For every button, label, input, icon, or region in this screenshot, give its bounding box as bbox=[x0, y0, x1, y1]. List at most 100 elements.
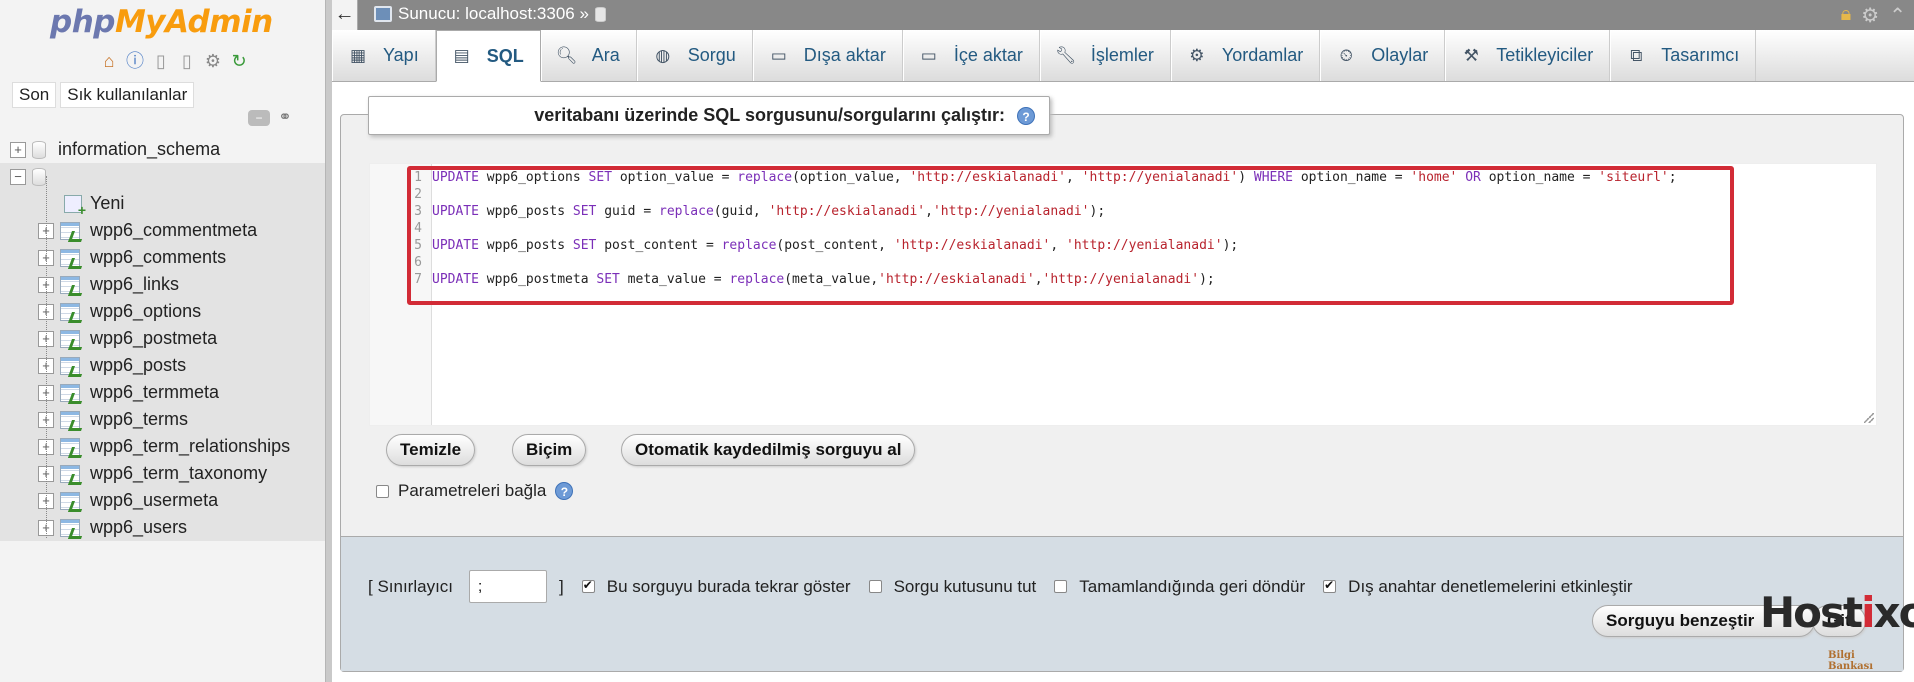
code-line[interactable]: 6 bbox=[370, 254, 1876, 271]
tree-table-item[interactable]: + wpp6_term_relationships bbox=[0, 433, 325, 460]
help-icon[interactable]: ? bbox=[555, 482, 574, 500]
query-option[interactable]: Tamamlandığında geri döndür bbox=[1054, 577, 1305, 597]
tree-table-item[interactable]: + wpp6_term_taxonomy bbox=[0, 460, 325, 487]
code-lines[interactable]: 1 UPDATE wpp6_options SET option_value = … bbox=[370, 169, 1876, 288]
home-icon[interactable]: ⌂ bbox=[98, 50, 120, 72]
format-button[interactable]: Biçim bbox=[512, 434, 587, 466]
tab-triggers[interactable]: ⚒ Tetikleyiciler bbox=[1445, 30, 1611, 81]
tab-import[interactable]: ▭ İçe aktar bbox=[902, 30, 1040, 81]
collapse-icon[interactable]: − bbox=[10, 168, 26, 185]
tree-db-information-schema[interactable]: + information_schema bbox=[0, 136, 325, 163]
tree-table-item[interactable]: + wpp6_postmeta bbox=[0, 325, 325, 352]
table-name[interactable]: wpp6_posts bbox=[90, 355, 186, 376]
tree-table-item[interactable]: + wpp6_terms bbox=[0, 406, 325, 433]
tree-table-item[interactable]: + wpp6_usermeta bbox=[0, 487, 325, 514]
table-name[interactable]: wpp6_termmeta bbox=[90, 382, 219, 403]
option-label[interactable]: Sorgu kutusunu tut bbox=[894, 577, 1037, 597]
tab-routines[interactable]: ⚙ Yordamlar bbox=[1170, 30, 1321, 81]
code-text[interactable]: UPDATE wpp6_posts SET guid = replace(gui… bbox=[426, 203, 1105, 220]
tab-search[interactable]: 🔍︎ Ara bbox=[540, 30, 637, 81]
code-line[interactable]: 5 UPDATE wpp6_posts SET post_content = re… bbox=[370, 237, 1876, 254]
favorites-tab[interactable]: Sık kullanılanlar bbox=[60, 82, 195, 108]
bind-parameters-label[interactable]: Parametreleri bağla bbox=[398, 481, 546, 501]
table-name[interactable]: wpp6_postmeta bbox=[90, 328, 217, 349]
tree-table-item[interactable]: + wpp6_commentmeta bbox=[0, 217, 325, 244]
recent-tab[interactable]: Son bbox=[12, 82, 57, 108]
tab-operations[interactable]: 🔧︎ İşlemler bbox=[1039, 30, 1171, 81]
tab-label: Dışa aktar bbox=[803, 45, 886, 65]
tab-sql[interactable]: ▤ SQL bbox=[435, 30, 541, 82]
option-checkbox[interactable] bbox=[581, 578, 595, 593]
tree-table-item[interactable]: + wpp6_options bbox=[0, 298, 325, 325]
breadcrumb: Sunucu: localhost:3306 » bbox=[374, 4, 606, 24]
option-label[interactable]: Bu sorguyu burada tekrar göster bbox=[607, 577, 851, 597]
query-option[interactable]: Bu sorguyu burada tekrar göster bbox=[581, 577, 851, 597]
get-autosaved-query-button[interactable]: Otomatik kaydedilmiş sorguyu al bbox=[621, 434, 916, 466]
tab-designer[interactable]: ⧉ Tasarımcı bbox=[1610, 30, 1757, 81]
clear-button[interactable]: Temizle bbox=[386, 434, 476, 466]
link-icon[interactable]: ⚭ bbox=[274, 110, 296, 126]
table-name[interactable]: wpp6_comments bbox=[90, 247, 226, 268]
tree-table-item[interactable]: + wpp6_posts bbox=[0, 352, 325, 379]
code-line[interactable]: 3 UPDATE wpp6_posts SET guid = replace(gu… bbox=[370, 203, 1876, 220]
tree-new-table[interactable]: Yeni bbox=[0, 190, 325, 218]
gear-icon[interactable]: ⚙ bbox=[202, 50, 224, 72]
resize-grip-icon[interactable] bbox=[1864, 413, 1874, 423]
tab-structure[interactable]: ▦ Yapı bbox=[332, 30, 436, 81]
query-option[interactable]: Dış anahtar denetlemelerini etkinleştir bbox=[1323, 577, 1633, 597]
table-name[interactable]: wpp6_terms bbox=[90, 409, 188, 430]
option-label[interactable]: Tamamlandığında geri döndür bbox=[1079, 577, 1305, 597]
code-text[interactable]: UPDATE wpp6_options SET option_value = r… bbox=[426, 169, 1677, 186]
table-name[interactable]: wpp6_options bbox=[90, 301, 201, 322]
query-option[interactable]: Sorgu kutusunu tut bbox=[868, 577, 1037, 597]
code-text[interactable] bbox=[426, 186, 432, 203]
new-table-label[interactable]: Yeni bbox=[90, 193, 124, 214]
help-icon[interactable]: ? bbox=[1017, 106, 1035, 125]
code-text[interactable] bbox=[426, 254, 432, 271]
option-checkbox[interactable] bbox=[868, 580, 882, 593]
tree-db-current[interactable]: − bbox=[0, 163, 325, 190]
docs-icon[interactable]: ▯ bbox=[150, 50, 172, 72]
code-text[interactable]: UPDATE wpp6_postmeta SET meta_value = re… bbox=[426, 271, 1215, 288]
code-text[interactable]: UPDATE wpp6_posts SET post_content = rep… bbox=[426, 237, 1238, 254]
table-name[interactable]: wpp6_links bbox=[90, 274, 179, 295]
help-icon[interactable]: ⓘ bbox=[124, 50, 146, 72]
tab-events[interactable]: ⏲ Olaylar bbox=[1320, 30, 1446, 81]
table-name[interactable]: wpp6_commentmeta bbox=[90, 220, 257, 241]
table-name[interactable]: wpp6_usermeta bbox=[90, 490, 218, 511]
tree-table-item[interactable]: + wpp6_links bbox=[0, 271, 325, 298]
table-name[interactable]: wpp6_term_relationships bbox=[90, 436, 290, 457]
code-line[interactable]: 1 UPDATE wpp6_options SET option_value = … bbox=[370, 169, 1876, 186]
expand-icon[interactable]: + bbox=[10, 141, 26, 158]
reload-icon[interactable]: ↻ bbox=[228, 50, 250, 72]
back-arrow-icon[interactable]: ← bbox=[332, 0, 358, 30]
bind-parameters-checkbox[interactable] bbox=[376, 484, 389, 498]
database-tree: + information_schema − Yeni +wpp6_commen… bbox=[0, 136, 325, 541]
collapse-top-icon[interactable]: ⌃ bbox=[1889, 3, 1906, 28]
query-options-footer bbox=[341, 536, 1903, 671]
code-line[interactable]: 7 UPDATE wpp6_postmeta SET meta_value = r… bbox=[370, 271, 1876, 288]
tree-table-item[interactable]: + wpp6_comments bbox=[0, 244, 325, 271]
table-name[interactable]: wpp6_users bbox=[90, 517, 187, 538]
tab-export[interactable]: ▭ Dışa aktar bbox=[752, 30, 903, 81]
tree-table-item[interactable]: + wpp6_termmeta bbox=[0, 379, 325, 406]
option-checkbox[interactable] bbox=[1323, 578, 1337, 593]
settings-gear-icon[interactable]: ⚙ bbox=[1861, 3, 1879, 28]
docs2-icon[interactable]: ▯ bbox=[176, 50, 198, 72]
tree-table-item[interactable]: + wpp6_users bbox=[0, 514, 325, 541]
option-label[interactable]: Dış anahtar denetlemelerini etkinleştir bbox=[1348, 577, 1632, 597]
table-name[interactable]: wpp6_term_taxonomy bbox=[90, 463, 267, 484]
collapse-all-icon[interactable]: − bbox=[248, 110, 270, 126]
db-name[interactable]: information_schema bbox=[58, 139, 220, 160]
code-line[interactable]: 2 bbox=[370, 186, 1876, 203]
breadcrumb-server[interactable]: Sunucu: localhost:3306 » bbox=[398, 4, 589, 24]
code-text[interactable] bbox=[426, 220, 432, 237]
option-checkbox[interactable] bbox=[1054, 580, 1068, 593]
nav-resizer-handle[interactable] bbox=[325, 0, 332, 682]
delimiter-input[interactable] bbox=[469, 570, 548, 603]
tab-query[interactable]: ◍ Sorgu bbox=[636, 30, 753, 81]
phpmyadmin-logo[interactable]: phpMyAdmin bbox=[50, 4, 273, 40]
lock-icon[interactable]: 🔒︎ bbox=[1841, 3, 1852, 28]
sql-query-editor[interactable]: 1 UPDATE wpp6_options SET option_value = … bbox=[369, 163, 1877, 426]
code-line[interactable]: 4 bbox=[370, 220, 1876, 237]
